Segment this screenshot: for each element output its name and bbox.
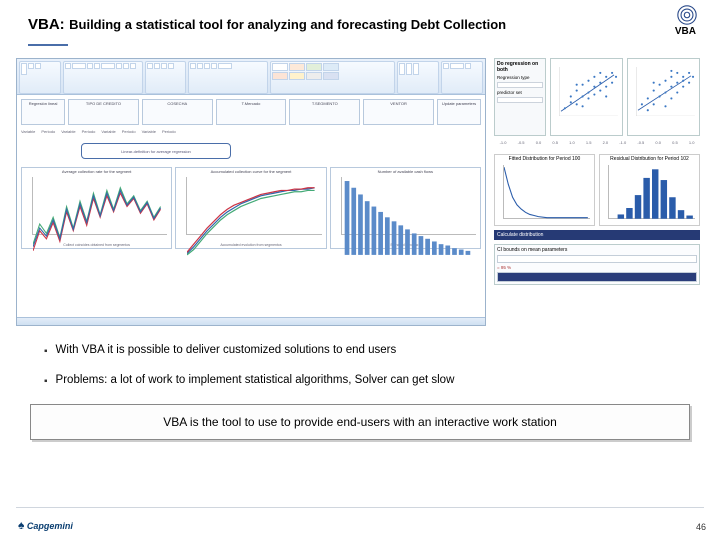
dist-title: Residual Distribution for Period 102 bbox=[600, 155, 699, 163]
excel-input-panels: Regresión lineal TIPO DE CREDITO COSECHA… bbox=[21, 99, 481, 125]
spade-icon: ♠ bbox=[18, 518, 24, 532]
panel-label: T.Mercado bbox=[218, 101, 285, 106]
residual-distribution: Residual Distribution for Period 102 bbox=[599, 154, 700, 226]
panel-label: VENTOR bbox=[365, 101, 432, 106]
target-icon bbox=[676, 4, 698, 26]
chart-accumulated: Accumulated collection curve for the seg… bbox=[175, 167, 326, 249]
slide-title: VBA: Building a statistical tool for ana… bbox=[0, 0, 720, 40]
bullet-text: With VBA it is possible to deliver custo… bbox=[56, 344, 397, 360]
excel-ribbon bbox=[17, 59, 485, 95]
coef-label: CI bounds on mean parameters bbox=[497, 247, 697, 253]
scatter-plot-right bbox=[627, 58, 700, 136]
bullet-list: With VBA it is possible to deliver custo… bbox=[0, 326, 720, 390]
control-line-label: Regression type bbox=[497, 75, 543, 80]
control-line-label: predictor set bbox=[497, 90, 543, 95]
coef-note: = 95 % bbox=[497, 265, 697, 270]
content-row: Regresión lineal TIPO DE CREDITO COSECHA… bbox=[0, 46, 720, 326]
excel-output-row: OUTPUT >> Linear-definition for average … bbox=[21, 143, 481, 163]
control-field bbox=[497, 97, 543, 103]
right-column: Do regression on both Regression type pr… bbox=[494, 58, 700, 326]
excel-chart-row: Average collection rate for the segment … bbox=[21, 167, 481, 249]
excel-sheet: Regresión lineal TIPO DE CREDITO COSECHA… bbox=[17, 95, 485, 317]
footer-divider bbox=[16, 507, 704, 508]
callout-box: VBA is the tool to use to provide end-us… bbox=[30, 404, 690, 440]
callout-text: VBA is the tool to use to provide end-us… bbox=[163, 415, 557, 429]
control-title: Do regression on both bbox=[497, 61, 543, 73]
panel-label: Update parameters bbox=[439, 101, 479, 106]
axis-ticks: -1.0-0.50.00.51.01.52.0-1.0-0.50.00.51.0 bbox=[494, 140, 700, 150]
control-field bbox=[497, 82, 543, 88]
bullet-text: Problems: a lot of work to implement sta… bbox=[56, 374, 455, 390]
title-sub: Building a statistical tool for analyzin… bbox=[69, 17, 506, 32]
logo-text: Capgemini bbox=[27, 521, 73, 531]
bullet-item: Problems: a lot of work to implement sta… bbox=[44, 374, 684, 390]
coef-box: CI bounds on mean parameters = 95 % bbox=[494, 244, 700, 285]
scatter-plot-left bbox=[550, 58, 623, 136]
chart-title: Average collection rate for the segment bbox=[22, 168, 171, 175]
capgemini-logo: ♠ Capgemini bbox=[18, 518, 73, 532]
excel-param-row: VariablePeriodoVariablePeriodoVariablePe… bbox=[21, 129, 481, 139]
panel-label: T.SEGMENTO bbox=[291, 101, 358, 106]
coef-field bbox=[497, 255, 697, 263]
output-box: Linear-definition for average regression bbox=[81, 143, 231, 159]
excel-status-bar bbox=[17, 317, 485, 325]
panel-label: TIPO DE CREDITO bbox=[70, 101, 137, 106]
corner-vba-label: VBA bbox=[675, 26, 696, 37]
chart-cash-flows: Number of available cash flows bbox=[330, 167, 481, 249]
chart-title: Accumulated collection curve for the seg… bbox=[176, 168, 325, 175]
excel-screenshot: Regresión lineal TIPO DE CREDITO COSECHA… bbox=[16, 58, 486, 326]
panel-label: COSECHA bbox=[144, 101, 211, 106]
chart-title: Number of available cash flows bbox=[331, 168, 480, 175]
coef-title-bar: Calculate distribution bbox=[494, 230, 700, 240]
chart-avg-collection: Average collection rate for the segment … bbox=[21, 167, 172, 249]
page-number: 46 bbox=[696, 522, 706, 532]
coef-field-dark bbox=[497, 272, 697, 282]
output-text: Linear-definition for average regression bbox=[121, 149, 191, 154]
panel-label: Regresión lineal bbox=[23, 101, 63, 106]
bullet-item: With VBA it is possible to deliver custo… bbox=[44, 344, 684, 360]
regression-control-box: Do regression on both Regression type pr… bbox=[494, 58, 546, 136]
title-main: VBA: bbox=[28, 16, 65, 33]
fitted-distribution: Fitted Distribution for Period 100 bbox=[494, 154, 595, 226]
dist-title: Fitted Distribution for Period 100 bbox=[495, 155, 594, 163]
